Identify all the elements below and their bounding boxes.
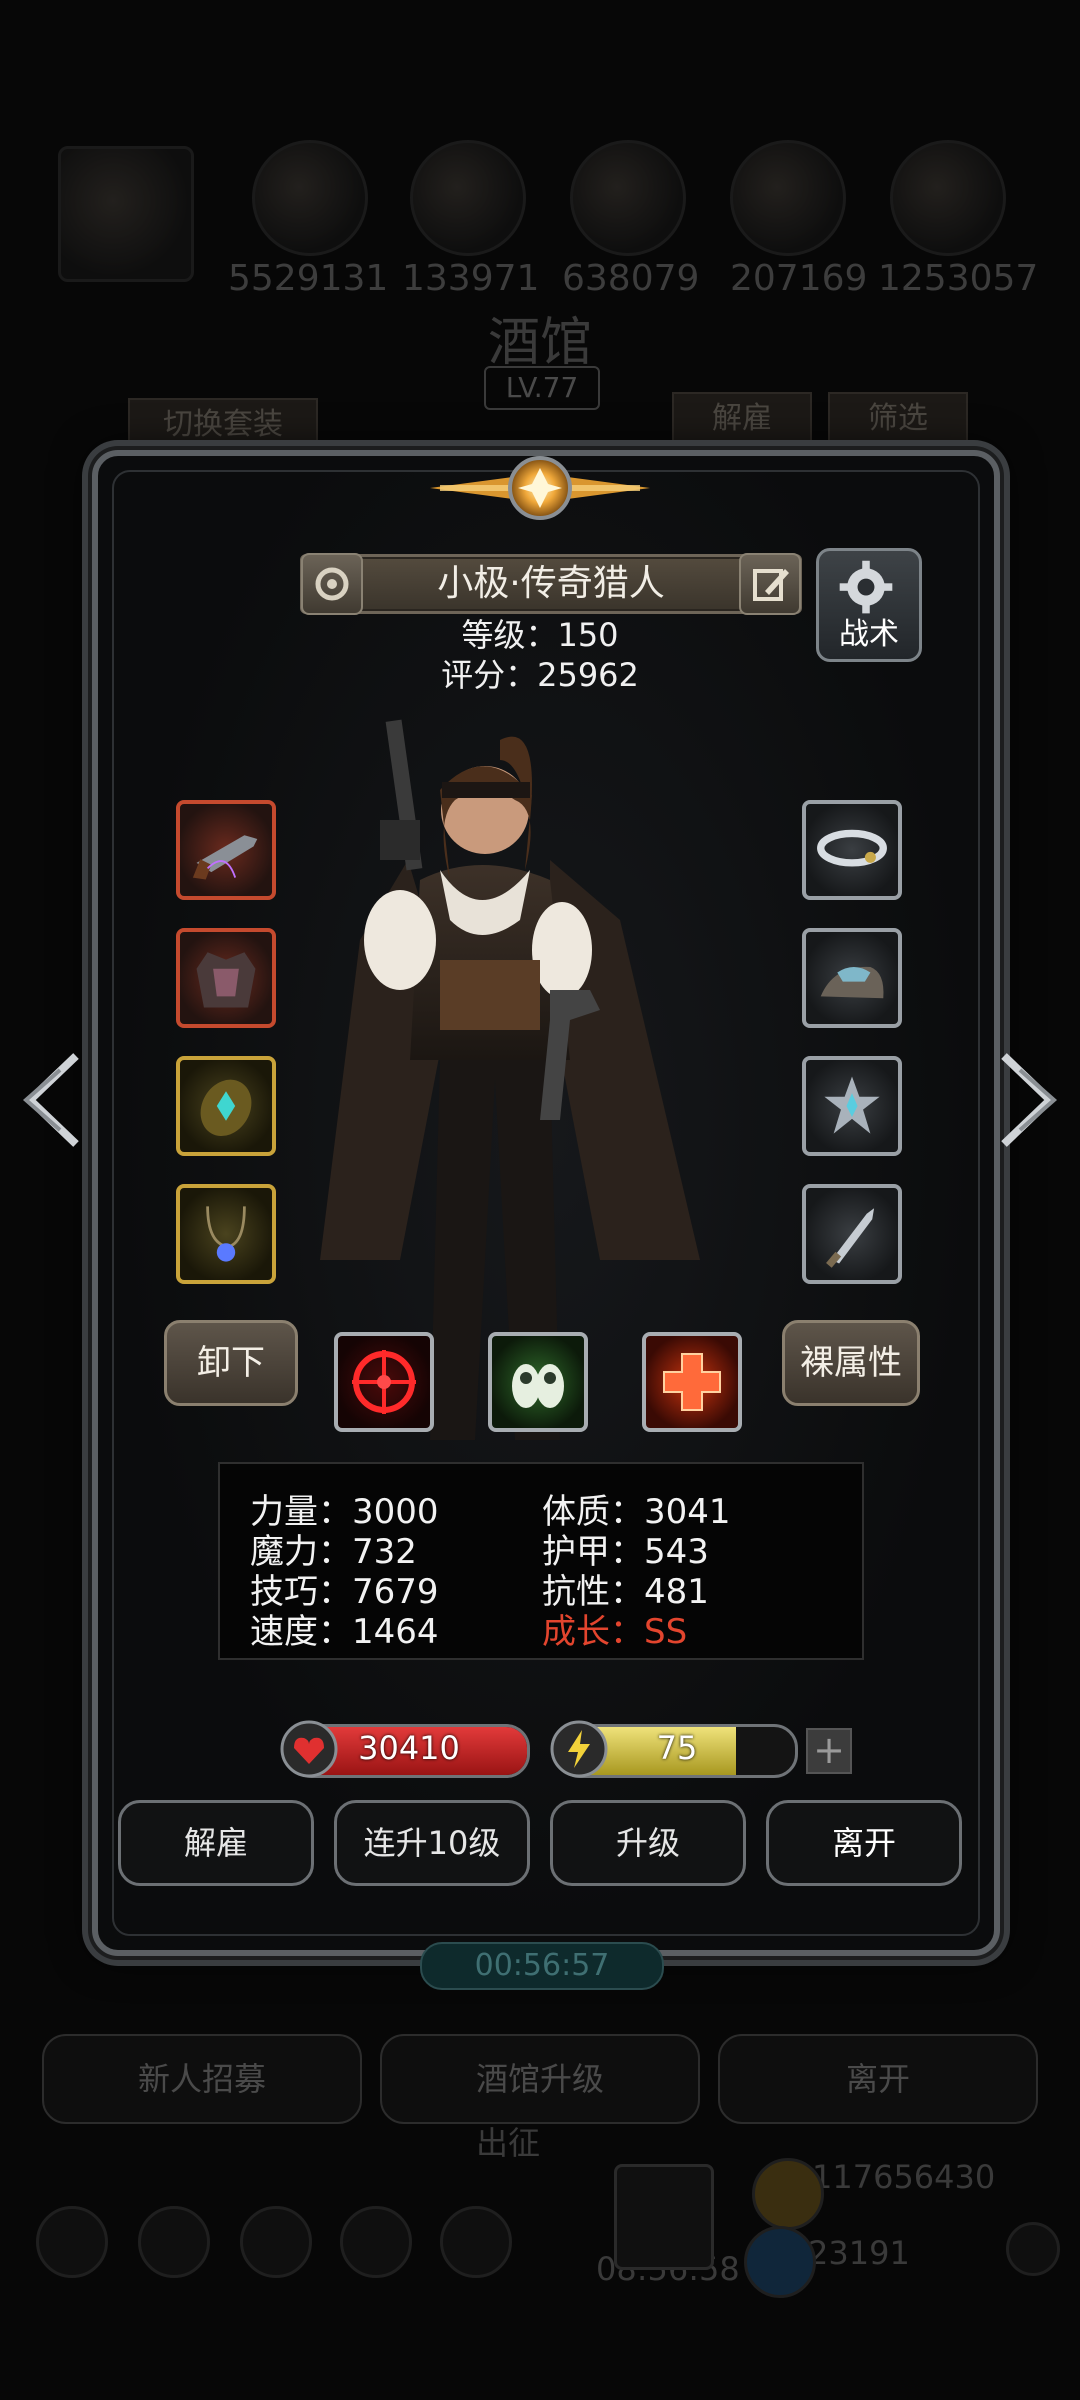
next-hero-arrow-icon[interactable] <box>994 1050 1064 1150</box>
equip-slot-amulet[interactable] <box>176 1056 276 1156</box>
resource-count: 133971 <box>402 258 540 299</box>
resource-icon-2 <box>410 140 526 256</box>
gold-coin-icon <box>752 2158 824 2230</box>
menu-circle-icon[interactable] <box>138 2206 210 2278</box>
stat-growth: 成长：SS <box>542 1612 688 1652</box>
resource-icon-5 <box>890 140 1006 256</box>
recruit-button[interactable]: 新人招募 <box>42 2034 362 2124</box>
crest-emblem-icon <box>824 1076 880 1134</box>
switch-set-button[interactable]: 切换套装 <box>128 398 318 452</box>
resource-count: 1253057 <box>878 258 1039 299</box>
lightning-icon <box>550 1720 608 1778</box>
equip-slot-charm[interactable] <box>802 928 902 1028</box>
hero-portrait-icon[interactable] <box>58 146 194 282</box>
equip-slot-armor[interactable] <box>176 928 276 1028</box>
heart-icon <box>280 1720 338 1778</box>
add-energy-button[interactable]: + <box>806 1728 852 1774</box>
unequip-button[interactable]: 卸下 <box>164 1320 298 1406</box>
gem-icon <box>744 2226 816 2298</box>
bg-filter-button[interactable]: 筛选 <box>828 392 968 446</box>
bg-leave-button[interactable]: 离开 <box>718 2034 1038 2124</box>
rename-icon[interactable] <box>739 553 801 615</box>
armor-icon <box>196 952 256 1008</box>
bg-dismiss-button[interactable]: 解雇 <box>672 392 812 446</box>
resource-count: 5529131 <box>228 258 389 299</box>
depart-label: 出征 <box>476 2124 541 2162</box>
menu-circle-icon[interactable] <box>240 2206 312 2278</box>
hero-name-plate: 小极·传奇猎人 <box>300 553 802 615</box>
gem-amulet-icon <box>200 1079 252 1137</box>
gold-amount: 117656430 <box>812 2158 996 2196</box>
equip-slot-dagger[interactable] <box>802 1184 902 1284</box>
hero-name: 小极·传奇猎人 <box>437 563 665 604</box>
target-skill-icon <box>352 1350 416 1414</box>
tavern-level: LV.77 <box>484 366 600 410</box>
equip-slot-emblem[interactable] <box>802 1056 902 1156</box>
tactics-label: 战术 <box>839 617 899 652</box>
resource-icon-1 <box>252 140 368 256</box>
pistol-icon <box>192 835 258 880</box>
bare-stats-button[interactable]: 裸属性 <box>782 1320 920 1406</box>
resource-icon-3 <box>570 140 686 256</box>
tavern-timer: 00:56:57 <box>420 1942 664 1990</box>
necklace-icon <box>206 1206 246 1262</box>
skill-slot-3[interactable] <box>642 1332 742 1432</box>
menu-circle-icon[interactable] <box>36 2206 108 2278</box>
level-up-button[interactable]: 升级 <box>550 1800 746 1886</box>
equip-slot-necklace[interactable] <box>176 1184 276 1284</box>
stats-panel: 力量：3000 魔力：732 技巧：7679 速度：1464 体质：3041 护… <box>218 1462 864 1660</box>
gem-amount: 23191 <box>808 2234 910 2272</box>
crystal-stone-icon <box>820 966 884 999</box>
equip-slot-weapon[interactable] <box>176 800 276 900</box>
previous-hero-arrow-icon[interactable] <box>16 1050 86 1150</box>
stat-speed: 速度：1464 <box>250 1612 439 1652</box>
leave-button[interactable]: 离开 <box>766 1800 962 1886</box>
tactics-button[interactable]: 战术 <box>816 548 922 662</box>
resource-count: 638079 <box>562 258 700 299</box>
equip-slot-ring[interactable] <box>802 800 902 900</box>
heal-cross-icon <box>663 1353 721 1411</box>
dismiss-hero-button[interactable]: 解雇 <box>118 1800 314 1886</box>
menu-circle-icon[interactable] <box>440 2206 512 2278</box>
dagger-icon <box>826 1208 875 1268</box>
tavern-title: 酒馆 <box>487 313 592 373</box>
level-up-10-button[interactable]: 连升10级 <box>334 1800 530 1886</box>
resource-count: 207169 <box>730 258 868 299</box>
cloud-ring-icon <box>817 829 887 867</box>
tavern-upgrade-button[interactable]: 酒馆升级 <box>380 2034 700 2124</box>
gift-box-icon[interactable] <box>614 2164 714 2270</box>
menu-circle-icon[interactable] <box>340 2206 412 2278</box>
crest-emblem-icon <box>430 456 650 520</box>
spirit-skill-icon <box>512 1364 564 1408</box>
add-icon[interactable] <box>1006 2222 1060 2276</box>
resource-icon-4 <box>730 140 846 256</box>
skill-slot-2[interactable] <box>488 1332 588 1432</box>
skill-slot-1[interactable] <box>334 1332 434 1432</box>
